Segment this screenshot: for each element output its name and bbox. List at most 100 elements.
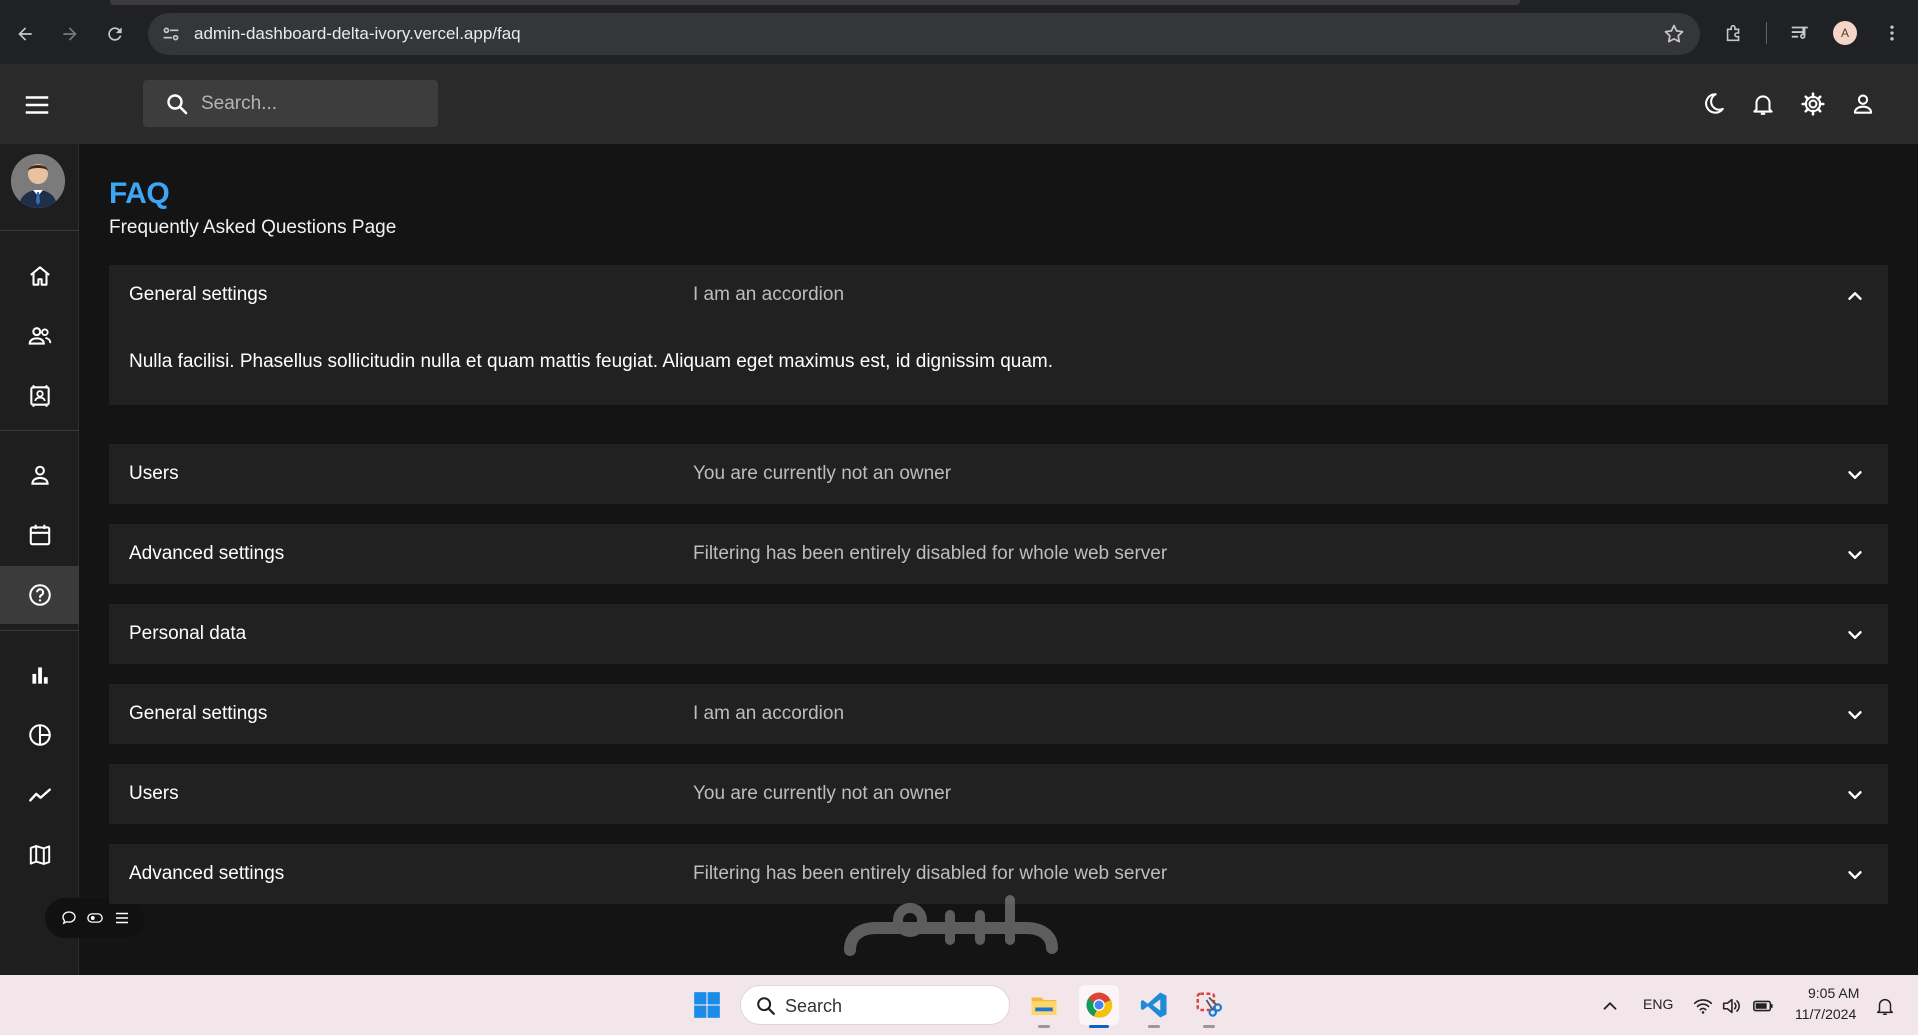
search-icon [757,997,775,1015]
chevron-down-icon[interactable] [1844,544,1866,566]
accordion-title: Users [129,783,179,804]
site-settings-icon[interactable] [160,23,182,45]
chevron-down-icon[interactable] [1844,624,1866,646]
accordion-title: Users [129,463,179,484]
volume-icon[interactable] [1720,995,1742,1017]
chevron-down-icon[interactable] [1844,864,1866,886]
main-content: FAQ Frequently Asked Questions Page Gene… [80,144,1918,975]
faq-accordion: General settings I am an accordion [109,684,1888,744]
accordion-summary: You are currently not an owner [693,783,952,804]
user-avatar[interactable] [11,154,65,208]
sidebar [0,144,79,975]
search-input[interactable] [201,80,431,127]
taskbar-vscode[interactable] [1134,985,1174,1028]
reload-button[interactable] [100,19,130,49]
input-language[interactable]: ENG [1643,996,1673,1012]
sidebar-item-line-chart[interactable] [0,766,79,824]
os-taskbar: Search ENG 9:05 AM 11/7/2024 [0,975,1918,1035]
accordion-summary: I am an accordion [693,284,845,305]
battery-icon[interactable] [1752,995,1774,1017]
hamburger-menu-icon[interactable] [22,90,52,120]
settings-button[interactable] [1797,88,1829,120]
calendar-icon [29,524,50,546]
accordion-header[interactable]: Personal data [109,604,1888,664]
accordion-header[interactable]: Users You are currently not an owner [109,444,1888,504]
user-portrait-icon [11,154,65,208]
accordion-summary: Filtering has been entirely disabled for… [693,543,1168,564]
dark-mode-toggle[interactable] [1697,88,1729,120]
chevron-up-icon[interactable] [1599,995,1621,1017]
sidebar-item-team[interactable] [0,307,79,365]
arrow-left-icon [18,27,32,41]
notification-bell-icon[interactable] [1874,995,1896,1017]
extensions-button[interactable] [1720,19,1748,47]
sidebar-item-profile-form[interactable] [0,446,79,504]
comment-icon[interactable] [60,909,78,927]
sidebar-item-pie-chart[interactable] [0,706,79,764]
clock-time[interactable]: 9:05 AM [1808,985,1859,1001]
accordion-header[interactable]: General settings I am an accordion [109,265,1888,325]
moon-icon [1705,93,1724,114]
app-topbar [0,64,1918,144]
taskbar-file-explorer[interactable] [1024,985,1064,1028]
accordion-header[interactable]: General settings I am an accordion [109,684,1888,744]
back-button[interactable] [10,19,40,49]
media-control-button[interactable] [1786,19,1814,47]
address-bar[interactable]: admin-dashboard-delta-ivory.vercel.app/f… [148,13,1700,55]
sidebar-item-bar-chart[interactable] [0,646,79,704]
sidebar-item-faq[interactable] [0,566,79,624]
taskbar-search[interactable]: Search [740,985,1010,1025]
search-icon[interactable] [165,92,189,116]
puzzle-icon [1726,24,1740,42]
accordion-title: General settings [129,703,268,724]
faq-accordion: Advanced settings Filtering has been ent… [109,844,1888,904]
running-indicator [1148,1025,1160,1028]
faq-accordion: Users You are currently not an owner [109,444,1888,504]
sidebar-divider [0,630,79,631]
accordion-title: Advanced settings [129,543,285,564]
active-tab-edge[interactable] [110,0,1520,5]
bar-chart-icon [31,667,48,684]
arrow-right-icon [63,27,77,41]
accordion-header[interactable]: Users You are currently not an owner [109,764,1888,824]
chevron-down-icon[interactable] [1844,464,1866,486]
taskbar-chrome[interactable] [1079,985,1119,1028]
help-icon [28,584,51,606]
sidebar-item-contacts[interactable] [0,367,79,425]
sidebar-item-geography[interactable] [0,826,79,884]
url-text[interactable]: admin-dashboard-delta-ivory.vercel.app/f… [194,24,521,44]
forward-button[interactable] [55,19,85,49]
sidebar-divider [0,430,79,431]
bookmark-star-icon[interactable] [1662,22,1686,46]
pie-chart-icon [28,724,51,746]
accordion-summary: Filtering has been entirely disabled for… [693,863,1168,884]
accordion-title: Advanced settings [129,863,285,884]
browser-toolbar: admin-dashboard-delta-ivory.vercel.app/f… [0,0,1918,64]
accordion-header[interactable]: Advanced settings Filtering has been ent… [109,524,1888,584]
playlist-icon [1791,26,1808,39]
wifi-icon[interactable] [1692,995,1714,1017]
profile-avatar[interactable]: A [1833,21,1857,45]
gear-icon [1801,92,1825,116]
search-bar[interactable] [143,80,438,127]
notifications-button[interactable] [1747,88,1779,120]
snipping-tool-icon [1196,992,1222,1017]
sidebar-item-dashboard[interactable] [0,247,79,305]
clock-date[interactable]: 11/7/2024 [1795,1006,1856,1022]
chrome-menu-button[interactable] [1878,19,1906,47]
chevron-down-icon[interactable] [1844,704,1866,726]
accordion-title: General settings [129,284,268,305]
sidebar-item-calendar[interactable] [0,506,79,564]
chevron-down-icon[interactable] [1844,784,1866,806]
toolbar-divider [1766,22,1767,44]
windows-start-icon[interactable] [693,991,721,1019]
sidebar-divider [0,230,79,231]
folder-icon [1031,997,1057,1015]
reload-icon [108,27,122,41]
vscode-icon [1140,992,1167,1018]
chevron-up-icon[interactable] [1844,285,1866,307]
taskbar-snipping-tool[interactable] [1189,985,1229,1028]
accordion-header[interactable]: Advanced settings Filtering has been ent… [109,844,1888,904]
running-indicator [1038,1025,1050,1028]
account-button[interactable] [1847,88,1879,120]
